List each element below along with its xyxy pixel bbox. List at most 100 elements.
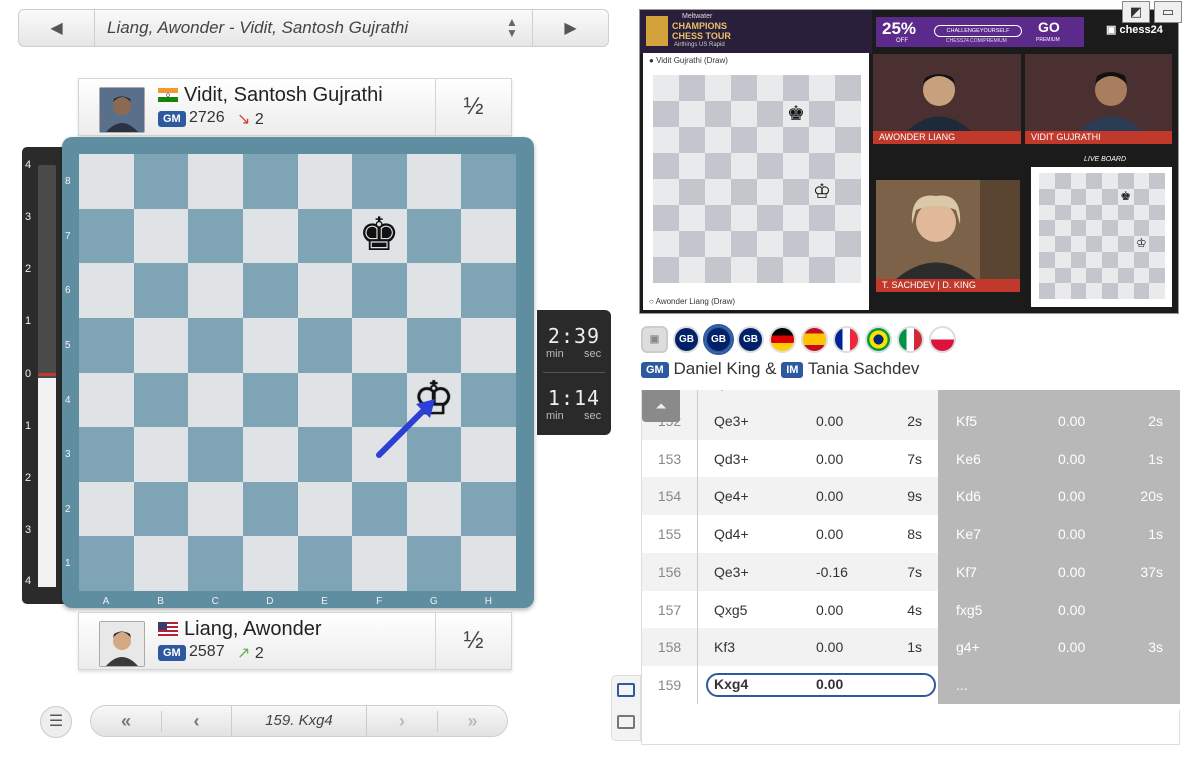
triangle-left-icon: ◀ bbox=[50, 20, 63, 37]
white-move-cell[interactable]: Qd3+ 0.00 7s bbox=[698, 440, 938, 478]
black-move-cell[interactable]: Ke6 0.00 1s bbox=[938, 439, 1180, 478]
next-game-button[interactable]: ▶ bbox=[532, 10, 608, 46]
mini-square bbox=[1086, 267, 1102, 284]
mini-square bbox=[1039, 251, 1055, 268]
white-move-cell[interactable]: Kxg4 0.00 bbox=[698, 666, 938, 704]
white-eval: 0.00 bbox=[816, 601, 844, 618]
player-name[interactable]: Liang, Awonder bbox=[184, 618, 322, 641]
table-row[interactable]: 159 Kxg4 0.00... bbox=[642, 665, 1180, 704]
file-label: H bbox=[484, 596, 492, 607]
file-label: C bbox=[211, 596, 219, 607]
mini-square bbox=[809, 257, 835, 283]
flag-de-icon[interactable] bbox=[769, 325, 796, 353]
mini-square bbox=[757, 205, 783, 231]
move-list[interactable]: Qf3+ 0.00 18s Ke5 0.00 3s 152Qe3+0.002sK… bbox=[641, 390, 1180, 710]
camera-vidit: VIDIT GUJRATHI bbox=[1025, 54, 1172, 144]
first-move-button[interactable]: « bbox=[91, 711, 161, 732]
black-king-piece: ♚ bbox=[1120, 188, 1131, 203]
table-row[interactable]: 154 Qe4+ 0.00 9s Kd6 0.00 20s bbox=[642, 477, 1180, 516]
scroll-up-icon[interactable]: ⏶ bbox=[642, 390, 680, 422]
white-move: Qd3+ bbox=[714, 450, 749, 467]
rank-label: 3 bbox=[65, 449, 71, 461]
mini-square bbox=[783, 179, 809, 205]
mini-square bbox=[757, 257, 783, 283]
rank-label: 1 bbox=[65, 558, 71, 570]
camera-icon[interactable]: ▣ bbox=[641, 325, 668, 353]
theater-mode-icon[interactable]: ▭ bbox=[1154, 1, 1182, 23]
black-move: Ke7 bbox=[956, 526, 981, 543]
black-move-cell[interactable]: g4+ 0.00 3s bbox=[938, 628, 1180, 667]
mini-square bbox=[679, 231, 705, 257]
move-number: 158 bbox=[642, 628, 698, 667]
flag-br-icon[interactable] bbox=[865, 325, 892, 353]
flag-gb-selected-icon[interactable]: GB bbox=[703, 323, 734, 355]
mini-square bbox=[1133, 173, 1150, 189]
game-dropdown-icon[interactable]: ▲ ▼ bbox=[492, 16, 532, 39]
black-move-cell[interactable]: Kf5 0.00 2s bbox=[938, 402, 1180, 440]
white-move-cell[interactable]: Qxg5 0.00 4s bbox=[698, 591, 938, 629]
mini-square bbox=[1102, 251, 1118, 268]
player-name[interactable]: Vidit, Santosh Gujrathi bbox=[184, 84, 383, 107]
mini-square bbox=[1039, 204, 1055, 221]
table-row[interactable]: 158 Kf3 0.00 1s g4+ 0.00 3s bbox=[642, 628, 1180, 667]
move-number: 155 bbox=[642, 515, 698, 554]
promo-banner[interactable]: 25% OFF CHALLENGEYOURSELF CHESS24.COM/PR… bbox=[876, 17, 1084, 47]
video-player[interactable]: Meltwater CHAMPIONS CHESS TOUR Airthings… bbox=[639, 1, 1182, 314]
mini-square bbox=[1054, 188, 1071, 205]
mini-square bbox=[1102, 173, 1118, 189]
last-move-button[interactable]: » bbox=[437, 710, 507, 732]
mini-square bbox=[1133, 188, 1150, 205]
mini-square: ♚ bbox=[1117, 188, 1134, 205]
table-row[interactable]: 155 Qd4+ 0.00 8s Ke7 0.00 1s bbox=[642, 515, 1180, 554]
flag-es-icon[interactable] bbox=[801, 325, 828, 353]
promo-go: GO bbox=[1038, 19, 1060, 35]
mini-square bbox=[1039, 283, 1055, 299]
mini-square bbox=[1054, 236, 1071, 252]
white-move-cell[interactable]: Qe4+ 0.00 9s bbox=[698, 477, 938, 515]
flag-gb-icon[interactable]: GB bbox=[737, 325, 764, 353]
table-row[interactable]: 157 Qxg5 0.00 4s fxg5 0.00 bbox=[642, 590, 1180, 629]
title-badge: IM bbox=[781, 361, 804, 378]
black-move-cell[interactable]: ... bbox=[938, 665, 1180, 704]
eval-tick: 2 bbox=[25, 472, 32, 484]
game-title[interactable]: Liang, Awonder - Vidit, Santosh Gujrathi bbox=[95, 18, 492, 38]
white-move-cell[interactable]: Qe3+ -0.16 7s bbox=[698, 553, 938, 591]
black-move-cell[interactable]: Kd6 0.00 20s bbox=[938, 477, 1180, 516]
mini-square bbox=[1133, 204, 1150, 221]
table-row[interactable]: 152Qe3+0.002sKf50.002s bbox=[642, 402, 1180, 440]
current-move-label: 159. Kxg4 bbox=[231, 706, 367, 736]
black-move: Kf7 bbox=[956, 563, 978, 580]
white-king-piece: ♔ bbox=[813, 181, 831, 203]
prev-game-button[interactable]: ◀ bbox=[19, 10, 95, 46]
mini-square bbox=[731, 101, 757, 127]
black-move: fxg5 bbox=[956, 601, 983, 618]
flag-gb-icon[interactable]: GB bbox=[673, 325, 700, 353]
black-move-cell[interactable]: Ke7 0.00 1s bbox=[938, 515, 1180, 554]
flag-pl-icon[interactable] bbox=[929, 325, 956, 353]
white-move-cell[interactable]: Kf3 0.00 1s bbox=[698, 628, 938, 666]
mini-square bbox=[731, 75, 757, 101]
table-row[interactable]: 153 Qd3+ 0.00 7s Ke6 0.00 1s bbox=[642, 439, 1180, 478]
white-move-cell[interactable]: Qe3+ 0.00 2s bbox=[698, 402, 938, 440]
flag-it-icon[interactable] bbox=[897, 325, 924, 353]
next-move-button[interactable]: › bbox=[367, 711, 437, 732]
eval-tick: 3 bbox=[25, 211, 32, 223]
table-row[interactable]: 156 Qe3+ -0.16 7s Kf7 0.00 37s bbox=[642, 552, 1180, 591]
mini-square bbox=[835, 75, 861, 101]
black-move-cell[interactable]: fxg5 0.00 bbox=[938, 590, 1180, 629]
mini-square bbox=[809, 153, 835, 179]
menu-icon[interactable]: ☰ bbox=[40, 706, 72, 738]
prev-move-button[interactable]: ‹ bbox=[161, 710, 231, 732]
mini-square bbox=[809, 101, 835, 127]
black-move-cell[interactable]: Kf7 0.00 37s bbox=[938, 552, 1180, 591]
popout-icon[interactable]: ◩ bbox=[1122, 1, 1150, 23]
mini-square bbox=[653, 179, 679, 205]
white-move-cell[interactable]: Qd4+ 0.00 8s bbox=[698, 515, 938, 553]
mini-square bbox=[705, 101, 731, 127]
white-eval: -0.16 bbox=[816, 563, 848, 580]
chat-icon[interactable] bbox=[617, 715, 635, 729]
move-list-icon[interactable] bbox=[617, 683, 635, 697]
tour-line1: CHAMPIONS bbox=[672, 21, 728, 31]
black-eval: 0.00 bbox=[1058, 450, 1086, 467]
flag-fr-icon[interactable] bbox=[833, 325, 860, 353]
